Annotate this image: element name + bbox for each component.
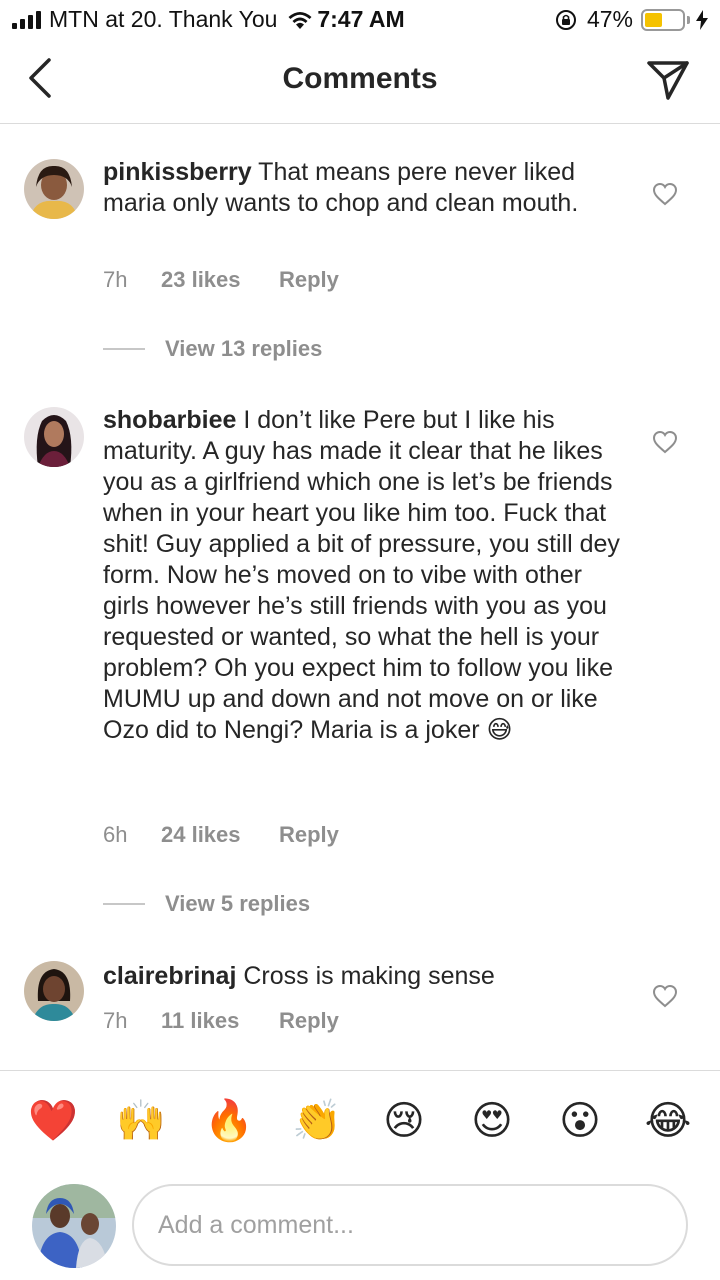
comment-meta: 6h 24 likes Reply	[103, 822, 339, 848]
emoji-heart[interactable]: ❤️	[28, 1097, 78, 1145]
view-replies-label: View 5 replies	[165, 891, 311, 916]
comment-username[interactable]: shobarbiee	[103, 406, 236, 434]
avatar-image	[24, 407, 84, 467]
reply-button[interactable]: Reply	[279, 822, 339, 848]
user-avatar	[32, 1184, 116, 1268]
replies-divider	[103, 903, 145, 905]
rotation-lock-icon	[555, 9, 576, 30]
comment-text: pinkissberry That means pere never liked…	[103, 157, 623, 219]
emoji-clapping-hands[interactable]: 👏	[292, 1097, 342, 1145]
view-replies-label: View 13 replies	[165, 336, 323, 361]
emoji-raised-hands[interactable]: 🙌	[116, 1097, 166, 1145]
avatar[interactable]	[24, 407, 84, 467]
comment-input[interactable]	[132, 1184, 688, 1266]
emoji-surprised-face[interactable]: 😮	[556, 1097, 604, 1145]
view-replies-button[interactable]: View 13 replies	[103, 336, 322, 362]
comment-time: 7h	[103, 1008, 128, 1033]
wifi-icon	[288, 11, 312, 29]
charging-bolt-icon	[696, 9, 708, 30]
avatar[interactable]	[24, 961, 84, 1021]
reply-button[interactable]: Reply	[279, 267, 339, 293]
page-title: Comments	[282, 62, 438, 95]
like-button[interactable]	[650, 981, 680, 1011]
heart-icon	[652, 984, 678, 1008]
signal-icon	[12, 10, 41, 29]
comment-username[interactable]: pinkissberry	[103, 158, 252, 186]
status-left: MTN at 20. Thank You	[12, 6, 313, 33]
replies-divider	[103, 348, 145, 350]
user-avatar-image	[32, 1184, 116, 1268]
battery-percent: 47%	[586, 6, 633, 32]
comment-time: 6h	[103, 822, 128, 847]
comment-composer	[0, 1172, 720, 1280]
like-button[interactable]	[650, 427, 680, 457]
comment-text: clairebrinaj Cross is making sense	[103, 961, 623, 992]
comment-body: Cross is making sense	[236, 962, 495, 990]
heart-icon	[652, 430, 678, 454]
header: Comments	[0, 40, 720, 124]
emoji-tears-of-joy[interactable]: 😂	[644, 1097, 692, 1145]
status-right: 47%	[555, 6, 708, 33]
comment-username[interactable]: clairebrinaj	[103, 962, 236, 990]
carrier-text: MTN at 20. Thank You	[49, 6, 278, 32]
emoji-row: ❤️ 🙌 🔥 👏 😢 😍 😮 😂	[28, 1097, 692, 1145]
emoji-heart-eyes[interactable]: 😍	[468, 1097, 516, 1145]
comment-meta: 7h 23 likes Reply	[103, 267, 339, 293]
emoji-bar: ❤️ 🙌 🔥 👏 😢 😍 😮 😂	[0, 1070, 720, 1172]
emoji-fire[interactable]: 🔥	[204, 1097, 254, 1145]
avatar-image	[24, 961, 84, 1021]
comment-likes[interactable]: 11 likes	[161, 1008, 279, 1034]
status-bar: MTN at 20. Thank You 7:47 AM 47%	[0, 0, 720, 40]
heart-icon	[652, 182, 678, 206]
view-replies-button[interactable]: View 5 replies	[103, 891, 310, 917]
send-icon	[647, 61, 689, 100]
battery-icon	[641, 8, 685, 31]
comment-time: 7h	[103, 267, 128, 292]
reply-button[interactable]: Reply	[279, 1008, 339, 1034]
comment-likes[interactable]: 23 likes	[161, 267, 279, 293]
like-button[interactable]	[650, 179, 680, 209]
emoji-crying-face[interactable]: 😢	[380, 1097, 428, 1145]
comment-text: shobarbiee I don’t like Pere but I like …	[103, 405, 623, 746]
battery-level	[645, 12, 662, 27]
share-button[interactable]	[644, 56, 692, 104]
comment-likes[interactable]: 24 likes	[161, 822, 279, 848]
battery-cap	[687, 15, 690, 24]
comment-body: I don’t like Pere but I like his maturit…	[103, 406, 620, 744]
avatar[interactable]	[24, 159, 84, 219]
avatar-image	[24, 159, 84, 219]
comment-meta: 7h 11 likes Reply	[103, 1008, 339, 1034]
